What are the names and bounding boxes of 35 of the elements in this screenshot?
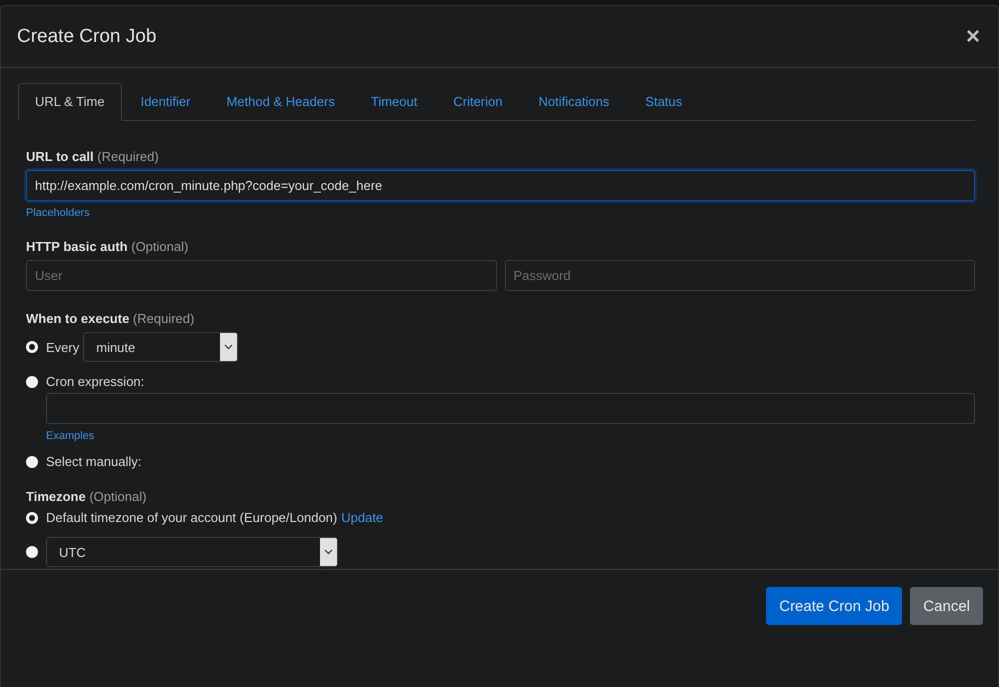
radio-button[interactable]: [26, 341, 38, 353]
placeholders-link[interactable]: Placeholders: [26, 207, 90, 219]
option-label: Default timezone of your account (Europe/London): [46, 510, 338, 525]
interval-select[interactable]: minute: [83, 332, 238, 362]
radio-button[interactable]: [26, 512, 38, 524]
create-button[interactable]: Create Cron Job: [766, 587, 902, 625]
tab[interactable]: Method & Headers: [209, 83, 352, 121]
option-label: Select manually:: [46, 454, 142, 469]
tab[interactable]: Identifier: [124, 83, 208, 121]
tab[interactable]: Notifications: [521, 83, 626, 121]
option-label: Cron expression:: [46, 374, 144, 389]
field-label: URL to call (Required): [26, 149, 160, 164]
user-input-field[interactable]: User: [26, 260, 496, 291]
tab[interactable]: URL & Time: [18, 83, 122, 121]
caret-icon: [324, 549, 333, 555]
close-button[interactable]: ×: [964, 22, 982, 50]
field-label: Timezone (Optional): [26, 489, 148, 504]
option-label: Every: [46, 340, 80, 354]
radio-button[interactable]: [26, 546, 38, 558]
radio-button[interactable]: [26, 376, 38, 388]
field-label: HTTP basic auth (Optional): [26, 239, 190, 254]
modal-title: Create Cron Job: [17, 26, 156, 48]
cron-expression-field[interactable]: [46, 393, 975, 424]
examples-link[interactable]: Examples: [46, 430, 94, 442]
radio-button[interactable]: [26, 456, 38, 468]
tab[interactable]: Criterion: [436, 83, 520, 121]
url-input-field[interactable]: http://example.com/cron_minute.php?code=your_code_here: [26, 170, 975, 201]
update-link[interactable]: Update: [341, 510, 384, 525]
cancel-button[interactable]: Cancel: [910, 587, 983, 625]
tab[interactable]: Timeout: [354, 83, 434, 121]
password-input-field[interactable]: Password: [504, 260, 975, 291]
timezone-select[interactable]: UTC: [46, 537, 338, 567]
field-label: When to execute (Required): [26, 311, 196, 326]
caret-icon: [224, 344, 234, 350]
tab[interactable]: Status: [628, 83, 700, 121]
